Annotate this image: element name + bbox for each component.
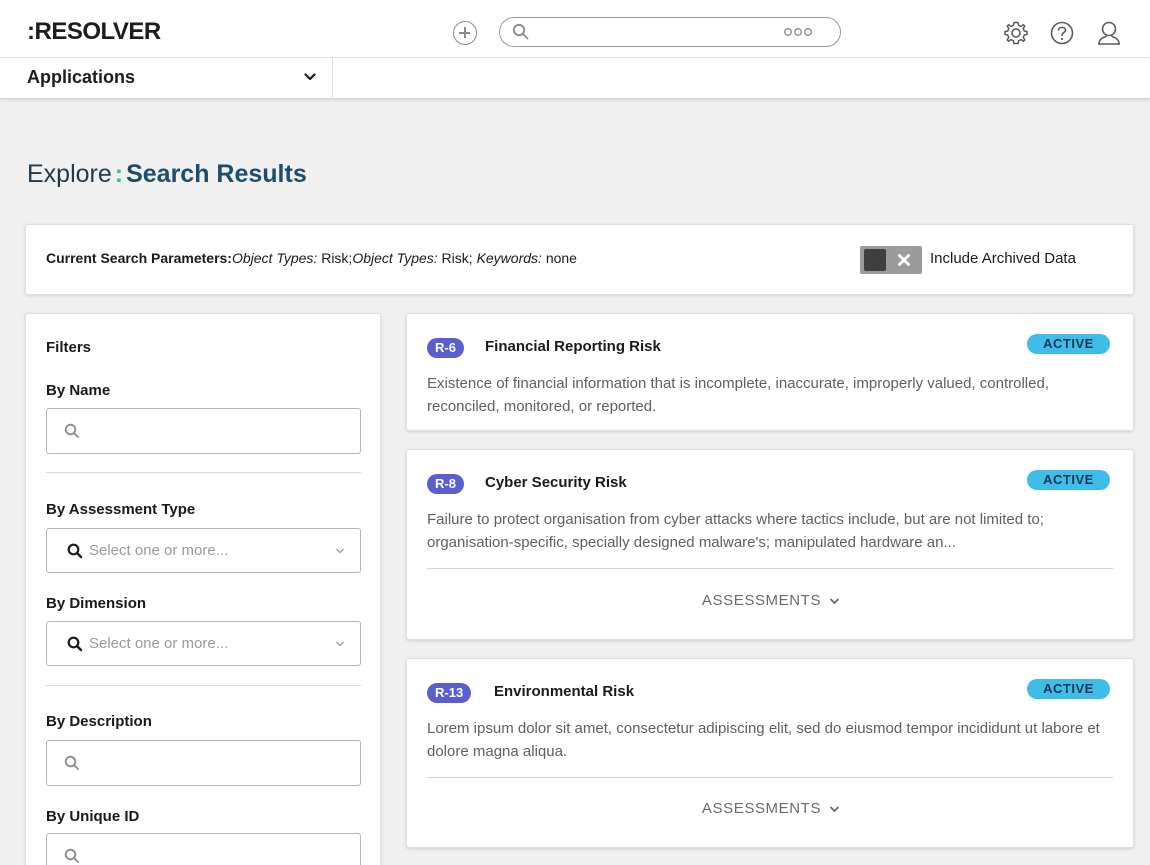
gear-icon[interactable]: [1003, 20, 1029, 46]
select-placeholder: Select one or more...: [89, 635, 229, 652]
search-icon: [512, 23, 529, 40]
param-key-3: Keywords:: [476, 250, 542, 266]
risk-id-badge: R-6: [427, 338, 464, 358]
by-description-label: By Description: [46, 713, 152, 730]
assessments-toggle[interactable]: ASSESSMENTS: [407, 800, 1135, 817]
user-icon[interactable]: [1096, 20, 1122, 46]
applications-label: Applications: [27, 67, 136, 87]
close-icon: [898, 254, 910, 266]
page-title-main: Search Results: [126, 160, 307, 188]
result-title[interactable]: Financial Reporting Risk: [485, 338, 661, 355]
by-name-label: By Name: [46, 382, 111, 399]
add-icon[interactable]: [453, 21, 477, 45]
result-card[interactable]: R-13 Environmental Risk ACTIVE Lorem ips…: [406, 658, 1134, 848]
filters-title: Filters: [46, 339, 92, 356]
by-assessment-type-label: By Assessment Type: [46, 501, 196, 518]
title-separator: :: [114, 160, 124, 188]
chevron-down-icon: [829, 806, 840, 813]
filter-divider: [46, 472, 361, 473]
chevron-down-icon: [829, 598, 840, 605]
by-unique-id-label: By Unique ID: [46, 808, 140, 825]
result-description: Failure to protect organisation from cyb…: [427, 511, 1044, 551]
params-label: Current Search Parameters:: [46, 250, 232, 266]
result-description: Existence of financial information that …: [427, 375, 1049, 415]
search-icon: [64, 848, 79, 863]
help-icon[interactable]: [1049, 20, 1075, 46]
filter-divider: [46, 685, 361, 686]
toggle-knob: [864, 249, 886, 271]
top-bar: :RESOLVER: [0, 0, 1150, 58]
search-icon: [64, 755, 79, 770]
status-badge: ACTIVE: [1027, 470, 1110, 490]
search-parameters-text: Current Search Parameters:Object Types: …: [46, 250, 577, 266]
more-options-icon[interactable]: [783, 27, 813, 37]
param-value-3: none: [545, 250, 577, 266]
result-description: Lorem ipsum dolor sit amet, consectetur …: [427, 720, 1100, 760]
search-icon: [67, 636, 83, 652]
include-archived-toggle[interactable]: [860, 246, 922, 274]
search-parameters-card: Current Search Parameters:Object Types: …: [25, 224, 1134, 295]
param-key-1: Object Types:: [231, 250, 318, 266]
page-title: Explore: Search Results: [27, 160, 307, 189]
result-card[interactable]: R-8 Cyber Security Risk ACTIVE Failure t…: [406, 449, 1134, 640]
filters-panel: Filters By Name By Assessment Type Selec…: [25, 313, 381, 865]
by-name-input[interactable]: [46, 408, 361, 454]
applications-dropdown[interactable]: Applications: [0, 58, 333, 99]
select-placeholder: Select one or more...: [89, 542, 229, 559]
chevron-down-icon: [304, 73, 316, 81]
card-divider: [427, 777, 1113, 778]
param-key-2: Object Types:: [352, 250, 438, 266]
result-card[interactable]: R-6 Financial Reporting Risk ACTIVE Exis…: [406, 313, 1134, 431]
chevron-down-icon: [336, 641, 344, 647]
assessments-label: ASSESSMENTS: [701, 800, 822, 817]
include-archived-label: Include Archived Data: [930, 250, 1076, 267]
search-icon: [64, 423, 79, 438]
assessment-type-select[interactable]: Select one or more...: [46, 528, 361, 573]
global-search-input[interactable]: [536, 21, 776, 43]
dimension-select[interactable]: Select one or more...: [46, 621, 361, 666]
param-value-1: Risk;: [321, 250, 353, 266]
param-value-2: Risk;: [441, 250, 473, 266]
assessments-label: ASSESSMENTS: [701, 592, 822, 609]
resolver-logo[interactable]: :RESOLVER: [27, 18, 161, 46]
by-unique-id-input[interactable]: [46, 833, 361, 865]
page-title-prefix: Explore: [27, 160, 112, 188]
status-badge: ACTIVE: [1027, 334, 1110, 354]
assessments-toggle[interactable]: ASSESSMENTS: [407, 592, 1135, 609]
result-title[interactable]: Cyber Security Risk: [485, 474, 627, 491]
card-divider: [427, 568, 1113, 569]
result-title[interactable]: Environmental Risk: [494, 683, 634, 700]
risk-id-badge: R-13: [427, 683, 472, 703]
global-search[interactable]: [499, 17, 841, 47]
chevron-down-icon: [336, 548, 344, 554]
status-badge: ACTIVE: [1027, 679, 1110, 699]
by-dimension-label: By Dimension: [46, 595, 147, 612]
application-bar: Applications: [0, 58, 1150, 99]
by-description-input[interactable]: [46, 740, 361, 786]
risk-id-badge: R-8: [427, 474, 464, 494]
search-icon: [67, 543, 83, 559]
